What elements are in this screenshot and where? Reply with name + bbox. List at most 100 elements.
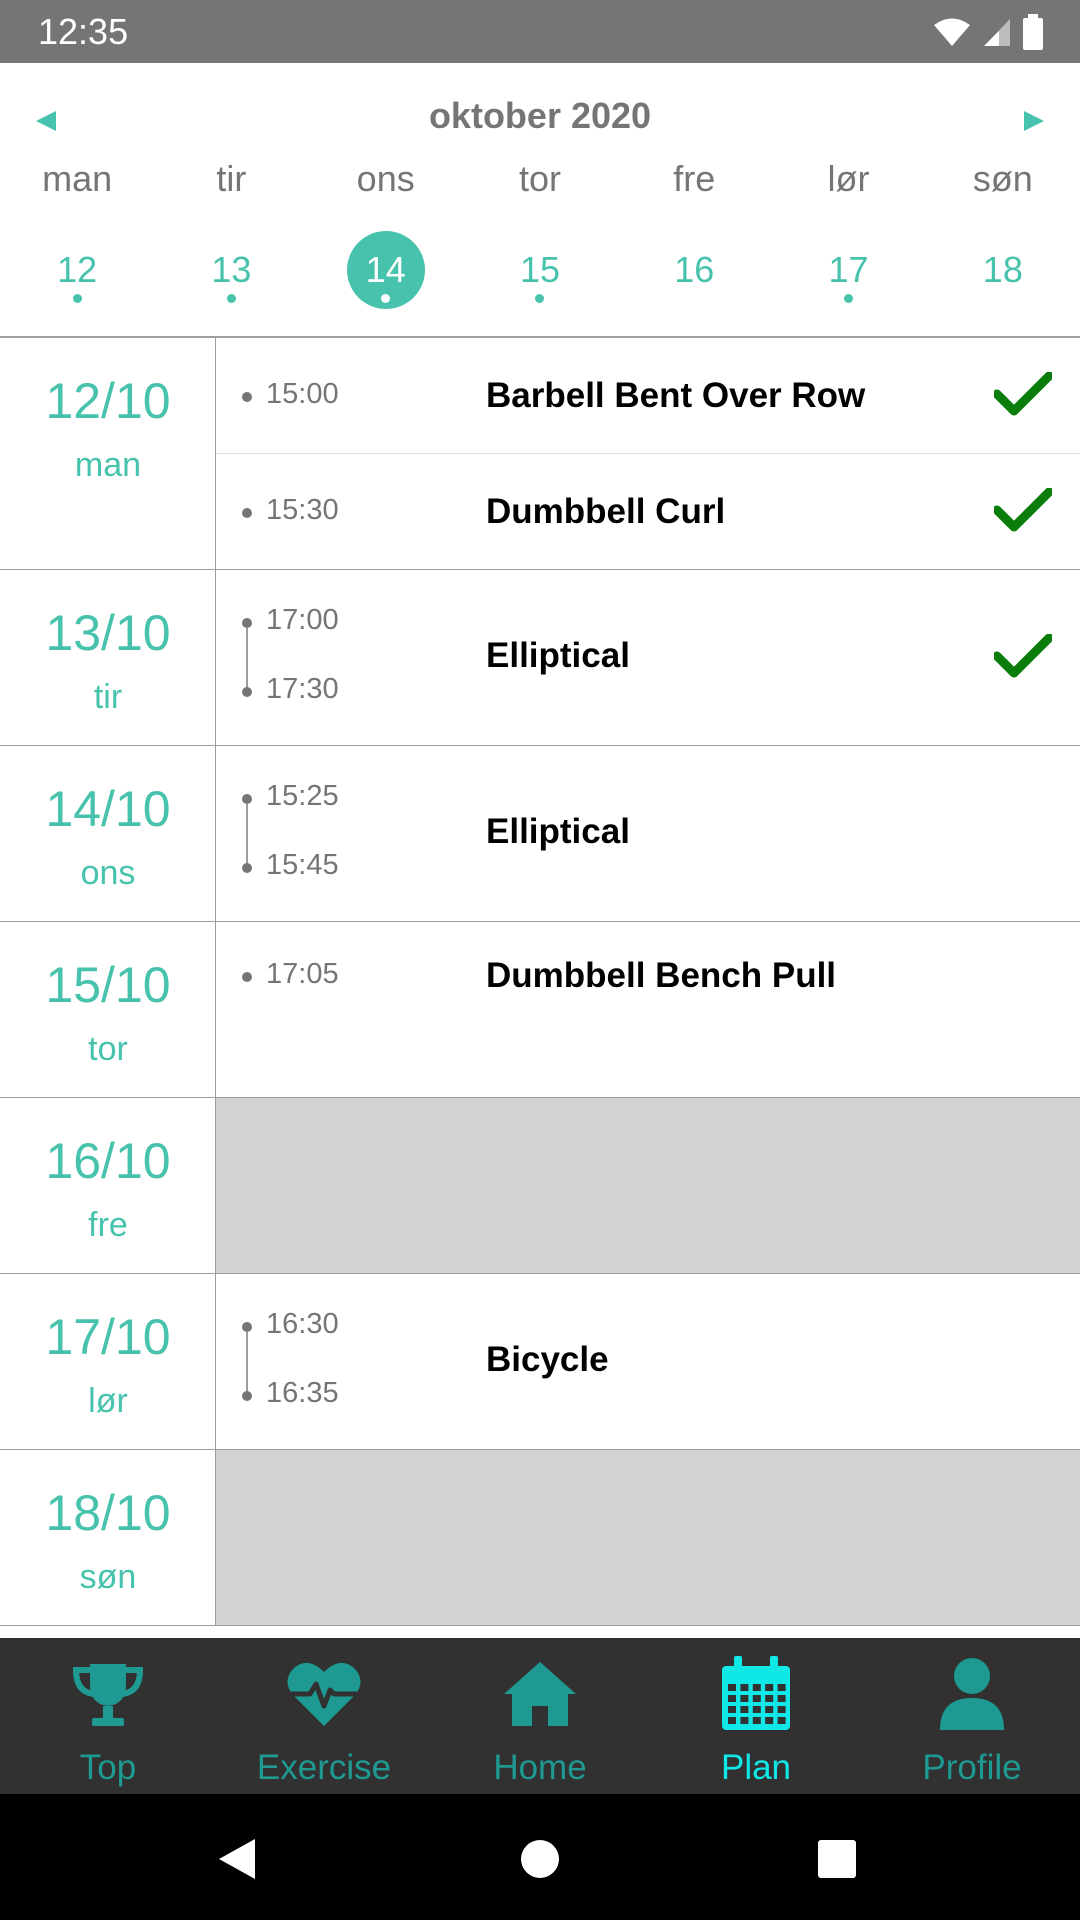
battery-icon [1023, 13, 1043, 50]
date-row: 12 13 14 15 16 17 18 [0, 231, 1080, 317]
event-dot-indicator [844, 294, 854, 303]
weekday-label: tir [216, 158, 247, 199]
weekday-label: ons [356, 158, 415, 199]
event-dot-indicator [535, 294, 545, 303]
day-weekday: tir [93, 678, 123, 716]
agenda-day-row: 12/10 man 15:00 Barbell Bent Over Row 15:30 D… [0, 338, 1080, 570]
timeline-dot [242, 1322, 252, 1332]
day-date: 14/10 [45, 781, 171, 837]
workout-entry[interactable]: 15:25 15:45 Elliptical [216, 746, 1080, 922]
day-entries: 17:05 Dumbbell Bench Pull [216, 922, 1080, 1097]
recents-button[interactable] [812, 1834, 862, 1884]
end-time: 17:30 [266, 673, 339, 705]
agenda-day-row: 16/10 fre [0, 1098, 1080, 1274]
exercise-name: Dumbbell Bench Pull [486, 956, 837, 995]
date-number: 12 [38, 231, 116, 309]
date-cell[interactable]: 12 [0, 231, 154, 317]
day-weekday: søn [79, 1558, 137, 1596]
empty-day-area[interactable] [216, 1450, 1080, 1625]
event-dot-indicator [381, 294, 391, 303]
month-header: oktober 2020 [0, 83, 1080, 149]
end-time: 16:35 [266, 1377, 339, 1409]
day-weekday: lør [88, 1382, 128, 1420]
system-navigation-bar [0, 1794, 1080, 1920]
day-entries: 15:25 15:45 Elliptical [216, 746, 1080, 921]
event-dot-indicator [226, 294, 236, 303]
completed-check-icon [992, 487, 1054, 532]
timeline-dot [242, 1391, 252, 1401]
weekday-label: fre [673, 158, 716, 199]
day-label: 17/10 lør [0, 1274, 216, 1449]
square-icon [818, 1840, 856, 1878]
start-time: 15:25 [266, 780, 339, 812]
date-number: 18 [964, 231, 1042, 309]
workout-entry[interactable]: 17:05 Dumbbell Bench Pull [216, 922, 1080, 1098]
day-label: 15/10 tor [0, 922, 216, 1097]
workout-entry[interactable]: 15:00 Barbell Bent Over Row [216, 338, 1080, 454]
timeline-dot [242, 508, 252, 518]
home-system-button[interactable] [515, 1834, 565, 1884]
heartbeat-icon [284, 1654, 364, 1734]
agenda-list[interactable]: 12/10 man 15:00 Barbell Bent Over Row 15:30 D… [0, 338, 1080, 1636]
weekday-row: man tir ons tor fre lør søn [0, 158, 1080, 214]
nav-item-plan[interactable]: Plan [648, 1638, 864, 1794]
timeline-dot [242, 687, 252, 697]
home-circle-icon [521, 1840, 559, 1878]
date-number-text: 14 [365, 249, 406, 290]
back-triangle-icon [219, 1839, 255, 1879]
selected-date: 14 [346, 231, 425, 309]
timeline-dot [242, 794, 252, 804]
date-number-text: 17 [828, 249, 869, 290]
next-week-button[interactable] [1014, 101, 1054, 141]
start-time: 16:30 [266, 1308, 339, 1340]
day-date: 17/10 [45, 1309, 171, 1365]
app-root: 12:35 oktober 2020 man tir ons tor fre l… [0, 0, 1080, 1920]
day-date: 15/10 [45, 957, 171, 1013]
nav-label: Exercise [256, 1748, 392, 1787]
back-button[interactable] [212, 1834, 262, 1884]
date-cell[interactable]: 13 [154, 231, 308, 317]
exercise-name: Elliptical [486, 636, 630, 675]
nav-label: Home [493, 1748, 587, 1787]
home-icon [500, 1654, 580, 1734]
nav-item-top[interactable]: Top [0, 1638, 216, 1794]
date-number-text: 18 [982, 249, 1023, 290]
start-time: 15:00 [266, 378, 339, 410]
start-time: 17:00 [266, 604, 339, 636]
day-date: 12/10 [45, 373, 171, 429]
exercise-name: Barbell Bent Over Row [486, 376, 866, 415]
agenda-day-row: 14/10 ons 15:25 15:45 Elliptical [0, 746, 1080, 922]
day-label: 18/10 søn [0, 1450, 216, 1625]
date-cell[interactable]: 14 [309, 231, 463, 317]
day-entries: 16:30 16:35 Bicycle [216, 1274, 1080, 1449]
date-cell[interactable]: 18 [926, 231, 1080, 317]
nav-item-exercise[interactable]: Exercise [216, 1638, 432, 1794]
nav-item-profile[interactable]: Profile [864, 1638, 1080, 1794]
month-title: oktober 2020 [428, 95, 652, 136]
triangle-right-icon [1024, 111, 1044, 131]
agenda-day-row: 13/10 tir 17:00 17:30 Elliptical [0, 570, 1080, 746]
timeline-dot [242, 618, 252, 628]
agenda-day-row: 18/10 søn [0, 1450, 1080, 1626]
wifi-icon [934, 18, 970, 46]
day-label: 13/10 tir [0, 570, 216, 745]
empty-day-area[interactable] [216, 1098, 1080, 1273]
date-number: 13 [192, 231, 270, 309]
start-time: 15:30 [266, 494, 339, 526]
date-number-text: 12 [57, 249, 98, 290]
date-number-text: 16 [674, 249, 715, 290]
date-cell[interactable]: 16 [617, 231, 771, 317]
completed-check-icon [992, 633, 1054, 678]
workout-entry[interactable]: 16:30 16:35 Bicycle [216, 1274, 1080, 1450]
nav-item-home[interactable]: Home [432, 1638, 648, 1794]
timeline-dot [242, 863, 252, 873]
workout-entry[interactable]: 17:00 17:30 Elliptical [216, 570, 1080, 746]
exercise-name: Dumbbell Curl [486, 492, 726, 531]
status-time: 12:35 [38, 10, 129, 52]
day-label: 12/10 man [0, 338, 216, 569]
status-icons [932, 13, 1044, 50]
workout-entry[interactable]: 15:30 Dumbbell Curl [216, 454, 1080, 570]
cell-signal-icon [984, 18, 1010, 46]
date-cell[interactable]: 17 [771, 231, 925, 317]
date-cell[interactable]: 15 [463, 231, 617, 317]
